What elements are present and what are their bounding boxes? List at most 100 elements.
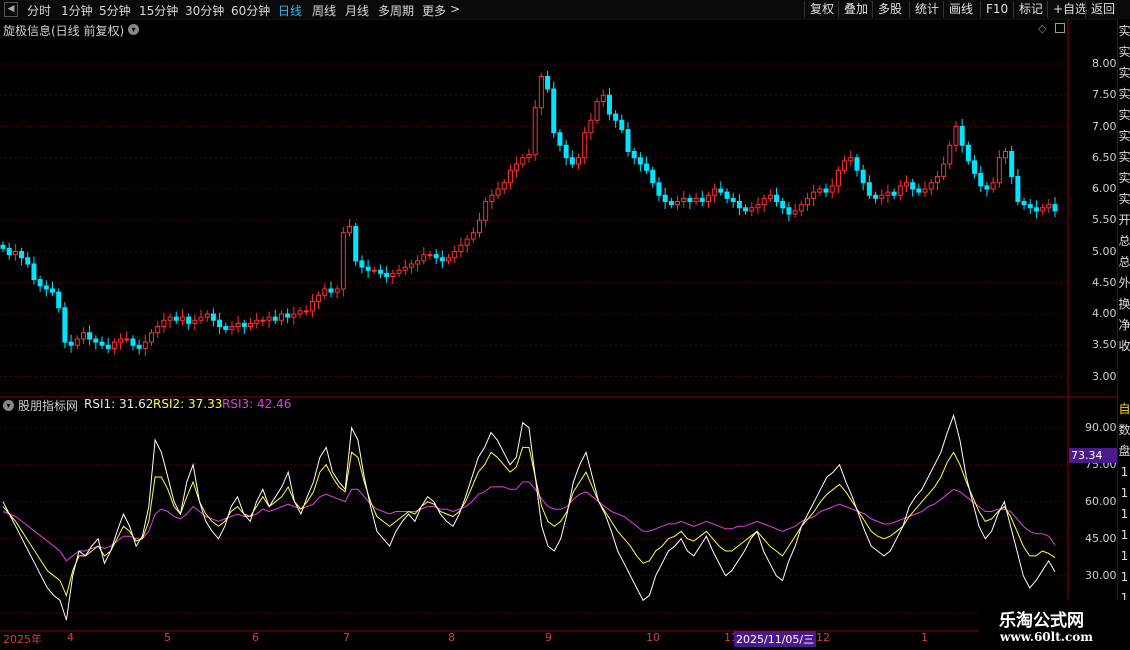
- overlay-button[interactable]: 叠加: [838, 1, 873, 18]
- candle-body: [19, 251, 25, 259]
- candle-body: [291, 313, 297, 318]
- main-y-tick: 8.00: [1092, 57, 1117, 70]
- candle-body: [390, 272, 396, 277]
- candle-body: [712, 188, 718, 196]
- main-y-tick: 6.50: [1092, 150, 1117, 164]
- candlestick-series: [0, 70, 1058, 356]
- candle-body: [699, 197, 705, 202]
- rsi-line-rsi3: [2, 481, 1056, 562]
- period-weekly[interactable]: 周线: [312, 2, 336, 19]
- fuquan-button[interactable]: 复权: [804, 1, 839, 18]
- period-fenshi[interactable]: 分时: [27, 2, 51, 19]
- candle-body: [774, 194, 780, 202]
- period-15min[interactable]: 15分钟: [139, 2, 178, 19]
- period-5min[interactable]: 5分钟: [99, 2, 131, 19]
- candle-body: [439, 257, 445, 262]
- indicator-y-tick: 90.00: [1085, 420, 1117, 434]
- chevron-down-icon[interactable]: ▾: [128, 24, 139, 35]
- multi-stock-button[interactable]: 多股: [872, 1, 907, 18]
- candle-body: [835, 169, 841, 187]
- main-y-tick: 5.00: [1092, 244, 1117, 258]
- candle-body: [545, 76, 551, 90]
- candle-body: [514, 163, 520, 171]
- candle-body: [996, 157, 1002, 184]
- candle-body: [606, 94, 612, 115]
- f10-button[interactable]: F10: [980, 1, 1013, 18]
- candle-body: [347, 226, 353, 234]
- candle-body: [334, 288, 340, 293]
- candle-body: [897, 185, 903, 196]
- candle-body: [161, 319, 167, 327]
- candle-body: [50, 288, 56, 293]
- diamond-icon[interactable]: ◇: [1038, 22, 1046, 35]
- statistics-button[interactable]: 统计: [909, 1, 944, 18]
- candle-body: [278, 313, 284, 321]
- period-30min[interactable]: 30分钟: [185, 2, 224, 19]
- candle-body: [458, 244, 464, 252]
- rsi1-value: RSI1: 31.62: [84, 397, 154, 411]
- candle-body: [43, 285, 49, 290]
- candle-body: [786, 207, 792, 215]
- candle-body: [118, 338, 124, 343]
- candle-body: [415, 260, 421, 265]
- quote-side-strip[interactable]: 实实实实实实实实实开总总外换净收 自数盘1111111: [1117, 19, 1130, 631]
- candle-body: [254, 319, 260, 324]
- period-more[interactable]: 更多: [422, 2, 446, 19]
- candle-body: [136, 344, 142, 349]
- candle-body: [613, 113, 619, 121]
- window-toggle-icon[interactable]: [1055, 23, 1065, 33]
- candle-body: [371, 269, 377, 272]
- candle-body: [489, 194, 495, 202]
- candle-body: [520, 157, 526, 165]
- candle-body: [637, 157, 643, 165]
- candle-body: [427, 254, 433, 257]
- mark-button[interactable]: 标记: [1013, 1, 1048, 18]
- side-strip-char: 换: [1118, 297, 1130, 311]
- period-60min[interactable]: 60分钟: [231, 2, 270, 19]
- side-strip-char: 1: [1120, 528, 1129, 542]
- period-daily[interactable]: 日线: [278, 2, 302, 19]
- candle-body: [1046, 204, 1052, 209]
- side-strip-char: 开: [1118, 213, 1130, 227]
- main-y-tick: 6.00: [1092, 182, 1117, 195]
- candle-body: [662, 194, 668, 202]
- candle-body: [87, 332, 93, 340]
- period-toolbar: ◀ 分时 1分钟 5分钟 15分钟 30分钟 60分钟 日线 周线 月线 多周期…: [0, 0, 1130, 20]
- side-strip-char: 1: [1120, 465, 1129, 479]
- chevron-left-icon[interactable]: ◀: [4, 2, 18, 17]
- candle-body: [62, 307, 68, 343]
- side-strip-char: 实: [1118, 150, 1130, 164]
- candle-body: [433, 254, 439, 259]
- candle-body: [149, 332, 155, 343]
- side-strip-char: 实: [1118, 87, 1130, 101]
- candle-body: [99, 341, 105, 346]
- back-button[interactable]: 返回: [1085, 1, 1120, 18]
- candle-body: [0, 244, 6, 249]
- candle-body: [93, 338, 99, 343]
- chevron-right-icon[interactable]: >: [450, 2, 460, 16]
- period-1min[interactable]: 1分钟: [61, 2, 93, 19]
- candle-body: [402, 266, 408, 271]
- candle-body: [718, 188, 724, 193]
- chart-canvas[interactable]: [0, 19, 1117, 650]
- candle-body: [854, 157, 860, 171]
- candle-body: [6, 247, 12, 256]
- side-strip-char: 1: [1120, 570, 1129, 584]
- candle-body: [582, 132, 588, 159]
- side-strip-char: 净: [1118, 318, 1130, 332]
- period-multi[interactable]: 多周期: [378, 2, 414, 19]
- candle-body: [984, 185, 990, 190]
- candle-body: [384, 272, 390, 277]
- candle-body: [1002, 151, 1008, 159]
- chevron-down-icon[interactable]: ▾: [3, 400, 14, 411]
- watermark-name: 乐淘公式网: [999, 611, 1084, 631]
- candle-body: [693, 197, 699, 202]
- candle-body: [105, 344, 111, 349]
- candle-body: [192, 319, 198, 324]
- indicator-y-tick: 60.00: [1085, 494, 1117, 508]
- rsi2-value: RSI2: 37.33: [153, 397, 223, 411]
- candle-body: [798, 204, 804, 212]
- draw-line-button[interactable]: 画线: [943, 1, 978, 18]
- period-monthly[interactable]: 月线: [345, 2, 369, 19]
- candle-body: [687, 197, 693, 202]
